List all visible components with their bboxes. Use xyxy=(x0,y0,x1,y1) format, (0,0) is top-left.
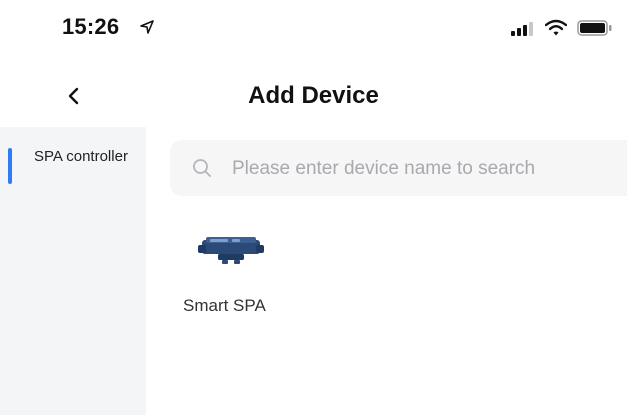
search-input[interactable] xyxy=(230,152,614,186)
sidebar-item-label: SPA controller xyxy=(34,148,128,165)
spa-controller-device-image xyxy=(198,237,264,264)
selected-indicator xyxy=(8,148,12,184)
add-device-screen: 15:26 Add Device SPA controller Please e… xyxy=(0,0,627,415)
device-name-label: Smart SPA xyxy=(183,296,266,315)
signal-bars-icon xyxy=(511,22,533,36)
search-box[interactable] xyxy=(170,140,627,196)
page-title: Add Device xyxy=(248,82,379,109)
search-icon xyxy=(193,159,211,177)
location-arrow-icon xyxy=(140,20,154,34)
device-tile-smart-spa[interactable]: Smart SPA xyxy=(176,220,316,330)
navigation-bar: Add Device xyxy=(0,70,627,120)
category-sidebar: SPA controller xyxy=(0,127,146,415)
wifi-icon xyxy=(545,19,567,36)
sidebar-item-spa-controller[interactable]: SPA controller xyxy=(0,145,146,193)
status-time: 15:26 xyxy=(62,14,120,39)
status-bar: 15:26 xyxy=(0,0,627,60)
battery-icon xyxy=(577,20,612,36)
